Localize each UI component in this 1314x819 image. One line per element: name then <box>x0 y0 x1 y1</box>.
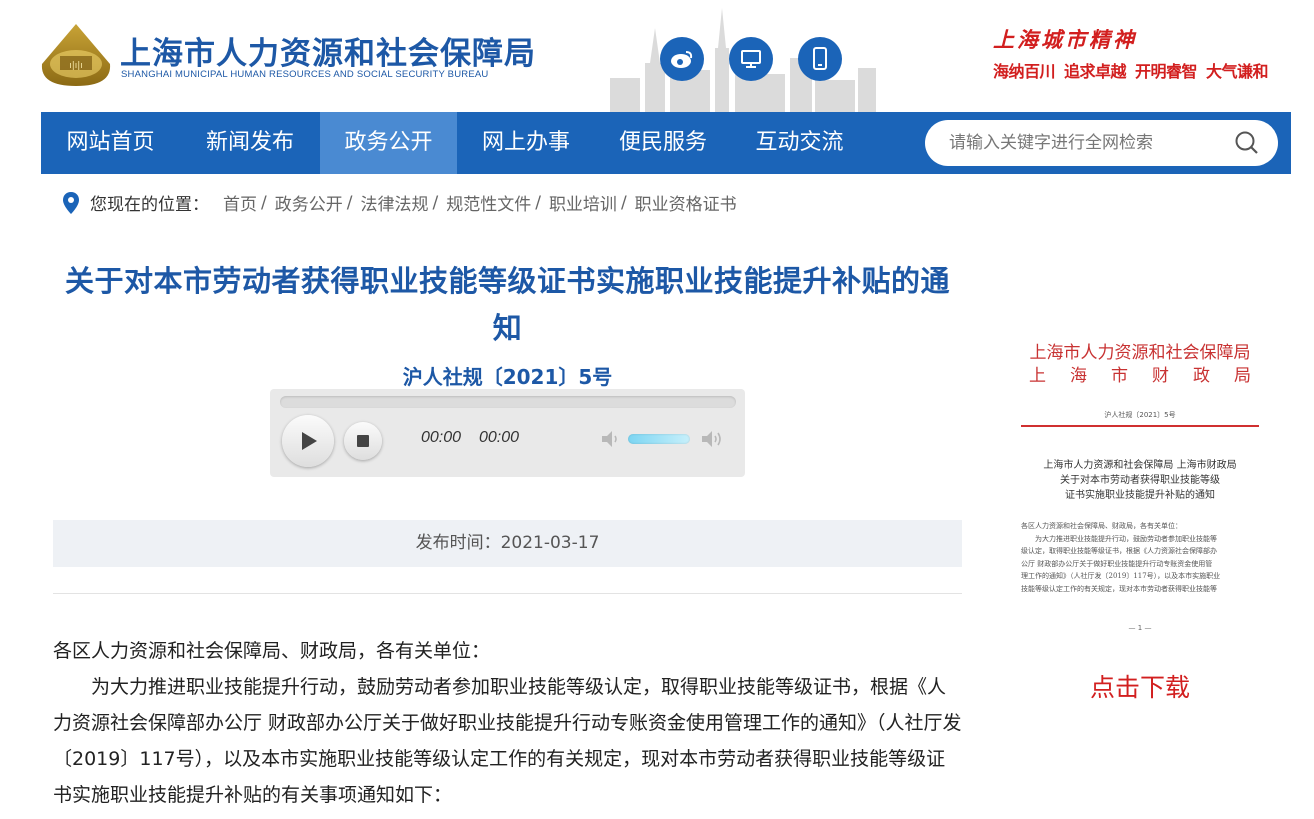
breadcrumb-item-normative-docs[interactable]: 规范性文件 <box>446 190 531 215</box>
motto-item: 追求卓越 <box>1064 62 1127 81</box>
site-header: ı|ı|ı 上海市人力资源和社会保障局 SHANGHAI MUNICIPAL H… <box>0 0 1314 112</box>
download-link[interactable]: 点击下载 <box>1015 668 1265 704</box>
preview-issuer-1: 上海市人力资源和社会保障局 <box>1029 343 1251 363</box>
breadcrumb-separator: / <box>535 192 541 213</box>
article-paragraph: 为大力推进职业技能提升行动，鼓励劳动者参加职业技能等级认定，取得职业技能等级证书… <box>53 676 962 806</box>
nav-item-news[interactable]: 新闻发布 <box>180 112 320 174</box>
salutation: 各区人力资源和社会保障局、财政局，各有关单位： <box>53 640 491 662</box>
breadcrumb-separator: / <box>346 192 353 213</box>
preview-page-number: — 1 — <box>1128 624 1152 632</box>
stop-icon <box>357 435 369 447</box>
breadcrumb-label: 您现在的位置： <box>90 195 209 215</box>
publish-date: 发布时间：2021-03-17 <box>53 520 962 567</box>
bureau-logo[interactable]: ı|ı|ı <box>40 22 112 88</box>
volume-slider[interactable] <box>628 434 690 444</box>
preview-red-rule <box>1021 425 1259 427</box>
mobile-icon <box>813 47 827 70</box>
desktop-button[interactable] <box>729 37 773 81</box>
breadcrumb-separator: / <box>261 192 267 213</box>
motto-item: 开明睿智 <box>1135 62 1198 81</box>
search-box <box>925 120 1278 166</box>
breadcrumb-item-laws[interactable]: 法律法规 <box>360 190 428 215</box>
preview-doc-number: 沪人社规〔2021〕5号 <box>1104 411 1176 419</box>
preview-body: 各区人力资源和社会保障局、财政局，各有关单位： 为大力推进职业技能提升行动，鼓励… <box>1021 522 1221 593</box>
motto-item: 大气谦和 <box>1206 62 1269 81</box>
article-title: 关于对本市劳动者获得职业技能等级证书实施职业技能提升补贴的通知 <box>64 264 950 345</box>
audio-progress-bar[interactable] <box>280 396 736 408</box>
nav-item-government-affairs[interactable]: 政务公开 <box>320 112 457 174</box>
breadcrumb-separator: / <box>620 192 627 213</box>
site-subtitle: SHANGHAI MUNICIPAL HUMAN RESOURCES AND S… <box>121 69 489 80</box>
desktop-icon <box>741 50 761 68</box>
duration: 00:00 <box>479 429 520 446</box>
mute-icon[interactable] <box>600 429 624 449</box>
volume-max-icon[interactable] <box>700 429 724 449</box>
nav-item-online-services[interactable]: 网上办事 <box>457 112 595 174</box>
location-pin-icon <box>63 191 79 214</box>
motto-items: 海纳百川 追求卓越 开明睿智 大气谦和 <box>993 58 1269 82</box>
weibo-icon <box>671 51 693 68</box>
preview-subtitle: 上海市人力资源和社会保障局 上海市财政局 关于对本市劳动者获得职业技能等级 证书… <box>1043 460 1237 501</box>
motto-item: 海纳百川 <box>993 62 1056 81</box>
weibo-button[interactable] <box>660 37 704 81</box>
audio-player: 00:00 00:00 <box>270 389 745 477</box>
nav-item-home[interactable]: 网站首页 <box>41 112 180 174</box>
motto-title: 上海城市精神 <box>993 27 1137 52</box>
document-preview-thumbnail[interactable]: 上海市人力资源和社会保障局 上 海 市 财 政 局 沪人社规〔2021〕5号 上… <box>1015 325 1265 640</box>
breadcrumb-item-vocational-training[interactable]: 职业培训 <box>549 190 617 215</box>
svg-text:ı|ı|ı: ı|ı|ı <box>69 61 83 71</box>
breadcrumb-item-home[interactable]: 首页 <box>223 190 257 215</box>
nav-item-public-services[interactable]: 便民服务 <box>595 112 731 174</box>
stop-button[interactable] <box>344 422 382 460</box>
divider <box>53 593 962 594</box>
document-number: 沪人社规〔2021〕5号 <box>402 365 613 389</box>
main-nav: 网站首页 新闻发布 政务公开 网上办事 便民服务 互动交流 <box>41 112 1291 174</box>
preview-issuer-2: 上 海 市 财 政 局 <box>1029 366 1251 386</box>
play-icon <box>302 432 317 450</box>
breadcrumb-item-government-affairs[interactable]: 政务公开 <box>275 190 343 215</box>
play-button[interactable] <box>282 415 334 467</box>
nav-item-interaction[interactable]: 互动交流 <box>731 112 868 174</box>
breadcrumb: 您现在的位置： 首页 / 政务公开 / 法律法规 / 规范性文件 / 职业培训 / 职业资… <box>62 190 737 215</box>
current-time: 00:00 <box>421 429 462 446</box>
mobile-button[interactable] <box>798 37 842 81</box>
breadcrumb-separator: / <box>432 192 439 213</box>
site-title: 上海市人力资源和社会保障局 <box>120 36 536 72</box>
breadcrumb-item-qualification-cert[interactable]: 职业资格证书 <box>635 190 737 215</box>
search-icon[interactable] <box>1234 130 1260 156</box>
article-body: 各区人力资源和社会保障局、财政局，各有关单位： 为大力推进职业技能提升行动，鼓励… <box>53 633 962 813</box>
search-input[interactable] <box>949 120 1219 166</box>
